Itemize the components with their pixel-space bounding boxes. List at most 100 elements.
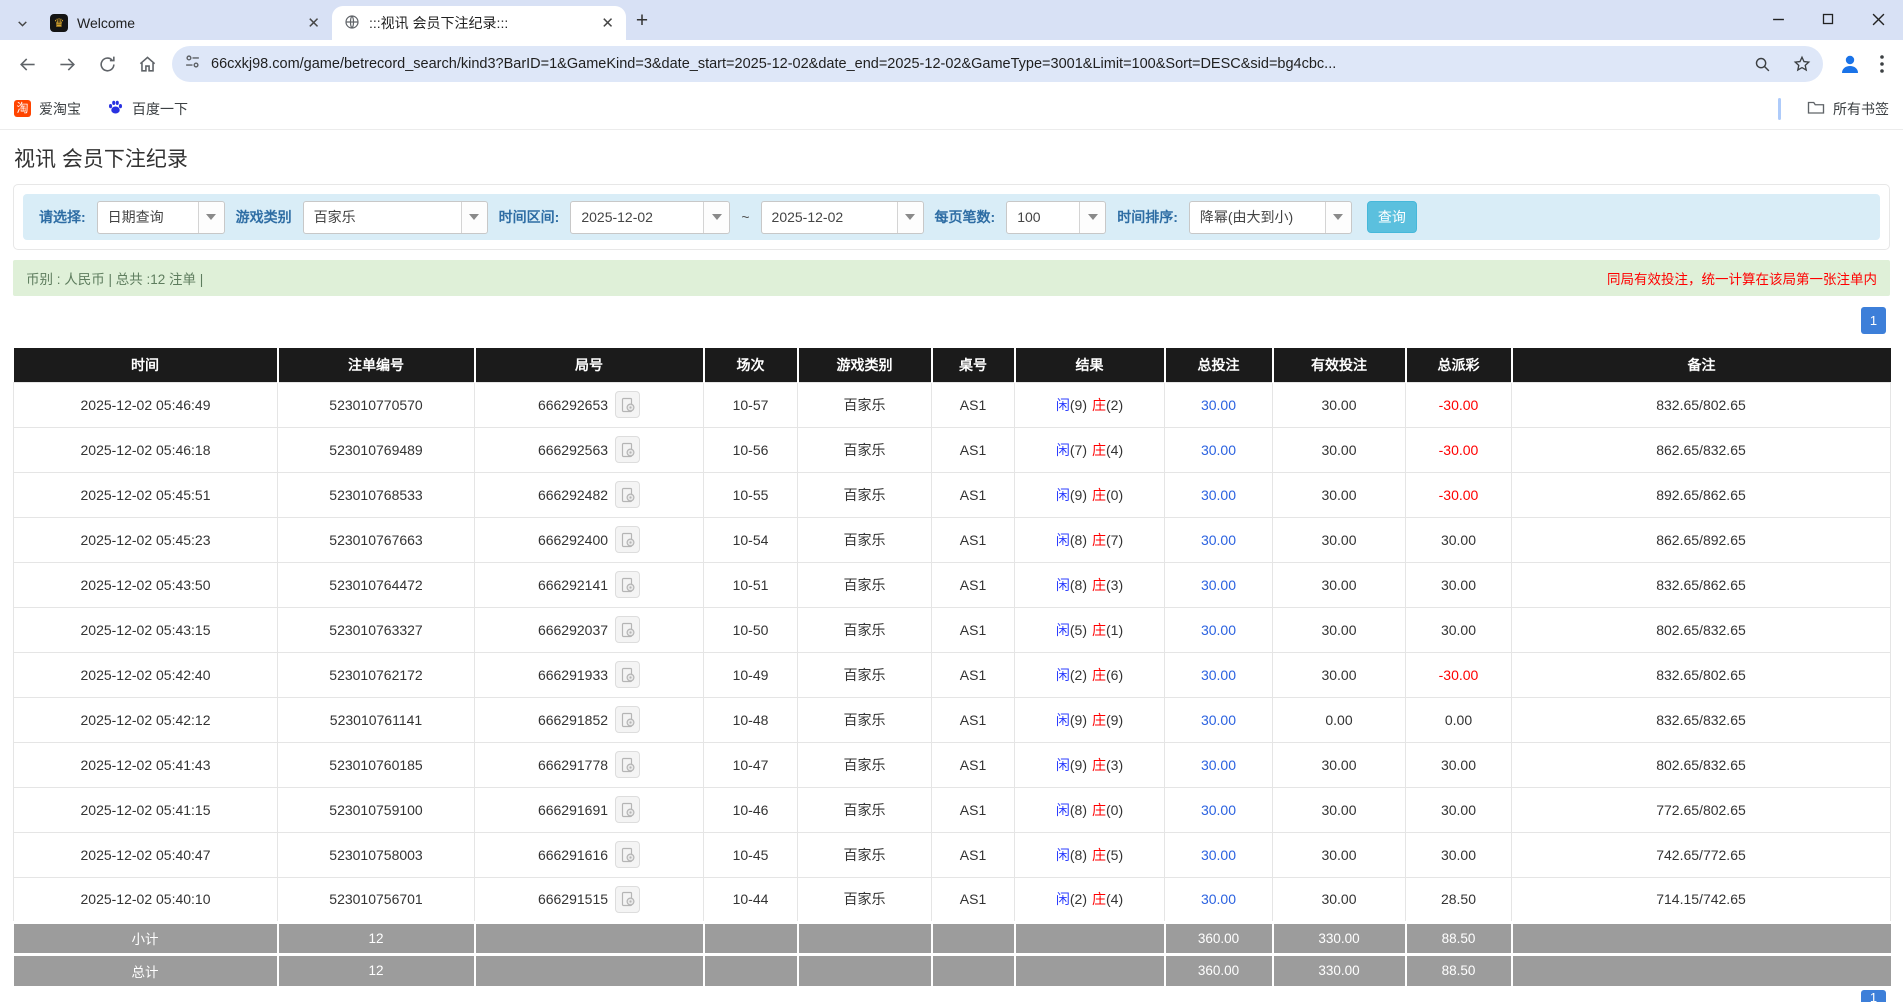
chevron-down-icon[interactable] [198,202,224,233]
cell-session: 10-51 [704,562,798,607]
cell-total-bet[interactable]: 30.00 [1165,652,1273,697]
cell-payout: 30.00 [1406,742,1512,787]
tab-betrecord[interactable]: :::视讯 会员下注纪录::: ✕ [332,6,626,40]
video-replay-button[interactable] [615,706,640,733]
video-replay-button[interactable] [615,886,640,913]
table-row: 2025-12-02 05:42:12523010761141666291852… [14,697,1891,742]
chevron-down-icon[interactable] [1325,202,1351,233]
date-end-input[interactable]: 2025-12-02 [761,201,924,234]
page-1-button-bottom[interactable]: 1 [1861,990,1886,1002]
home-icon[interactable] [128,45,166,83]
back-icon[interactable] [8,45,46,83]
bookmark-taobao[interactable]: 淘 爱淘宝 [14,99,81,119]
sort-order-select[interactable]: 降幂(由大到小) [1189,201,1352,234]
player-label: 闲 [1056,397,1070,413]
table-row: 2025-12-02 05:41:15523010759100666291691… [14,787,1891,832]
video-replay-button[interactable] [615,751,640,778]
cell-total-bet[interactable]: 30.00 [1165,832,1273,877]
page-size-select[interactable]: 100 [1006,201,1106,234]
page-size-label: 每页笔数: [935,207,996,227]
tab-close-icon[interactable]: ✕ [305,14,322,32]
player-score: (5) [1070,622,1087,638]
game-category-select[interactable]: 百家乐 [303,201,488,234]
video-replay-button[interactable] [615,436,640,463]
cell-total-bet[interactable]: 30.00 [1165,697,1273,742]
reload-icon[interactable] [88,45,126,83]
date-range-label: 时间区间: [499,207,560,227]
baidu-paw-icon [107,99,124,119]
cell-note: 742.65/772.65 [1512,832,1891,877]
banker-score: (3) [1106,757,1123,773]
cell-total-bet[interactable]: 30.00 [1165,787,1273,832]
search-button[interactable]: 查询 [1367,201,1417,233]
url-bar[interactable]: 66cxkj98.com/game/betrecord_search/kind3… [172,46,1823,82]
tab-search-chevron-icon[interactable] [6,6,38,40]
maximize-button[interactable] [1803,0,1853,38]
chevron-down-icon[interactable] [703,202,729,233]
cell-table: AS1 [932,472,1015,517]
cell-total-bet[interactable]: 30.00 [1165,517,1273,562]
video-replay-button[interactable] [615,571,640,598]
cell-total-bet[interactable]: 30.00 [1165,472,1273,517]
cell-time: 2025-12-02 05:45:51 [14,472,278,517]
cell-total-bet[interactable]: 30.00 [1165,427,1273,472]
cell-round: 666291778 [475,742,704,787]
video-replay-button[interactable] [615,661,640,688]
cell-game: 百家乐 [798,517,932,562]
close-window-button[interactable] [1853,0,1903,38]
new-tab-button[interactable]: + [626,5,658,37]
currency-summary-text: 币别 : 人民币 | 总共 :12 注单 | [26,268,203,288]
banker-label: 庄 [1092,667,1106,683]
table-header: 时间注单编号局号场次游戏类别桌号结果总投注有效投注总派彩备注 [14,348,1891,382]
column-header: 备注 [1512,348,1891,382]
cell-total-bet[interactable]: 30.00 [1165,607,1273,652]
minimize-button[interactable] [1753,0,1803,38]
cell-round: 666292037 [475,607,704,652]
cell-table: AS1 [932,607,1015,652]
cell-total-bet[interactable]: 30.00 [1165,742,1273,787]
zoom-icon[interactable] [1747,49,1777,79]
cell-table: AS1 [932,742,1015,787]
all-bookmarks-button[interactable]: 所有书签 [1807,99,1889,119]
tab-welcome[interactable]: ♛ Welcome ✕ [38,6,332,40]
video-replay-button[interactable] [615,391,640,418]
player-label: 闲 [1056,577,1070,593]
bookmark-label: 爱淘宝 [39,99,81,119]
table-footer: 小计 12 360.00 330.00 88.50 总计 12 360.00 3… [14,922,1891,986]
cell-bet-id: 523010759100 [278,787,475,832]
query-type-select[interactable]: 日期查询 [97,201,225,234]
video-replay-button[interactable] [615,616,640,643]
video-replay-button[interactable] [615,526,640,553]
video-replay-button[interactable] [615,841,640,868]
cell-session: 10-49 [704,652,798,697]
cell-total-bet[interactable]: 30.00 [1165,382,1273,427]
bookmark-star-icon[interactable] [1787,49,1817,79]
date-start-input[interactable]: 2025-12-02 [570,201,730,234]
profile-avatar-icon[interactable] [1833,47,1867,81]
cell-note: 892.65/862.65 [1512,472,1891,517]
chevron-down-icon[interactable] [897,202,923,233]
tab-close-icon[interactable]: ✕ [599,14,616,32]
table-row: 2025-12-02 05:40:10523010756701666291515… [14,877,1891,922]
chevron-down-icon[interactable] [461,202,487,233]
cell-total-bet[interactable]: 30.00 [1165,877,1273,922]
bet-table-body: 2025-12-02 05:46:49523010770570666292653… [14,382,1891,922]
globe-icon [344,14,360,33]
cell-total-bet[interactable]: 30.00 [1165,562,1273,607]
cell-bet-id: 523010756701 [278,877,475,922]
bookmark-baidu[interactable]: 百度一下 [107,99,188,119]
banker-label: 庄 [1092,397,1106,413]
cell-bet-id: 523010758003 [278,832,475,877]
browser-menu-icon[interactable] [1869,47,1895,81]
page-1-button[interactable]: 1 [1861,307,1886,334]
url-text[interactable]: 66cxkj98.com/game/betrecord_search/kind3… [211,56,1737,72]
forward-icon[interactable] [48,45,86,83]
chevron-down-icon[interactable] [1079,202,1105,233]
banker-score: (4) [1106,442,1123,458]
video-replay-button[interactable] [615,481,640,508]
notice-text: 同局有效投注，统一计算在该局第一张注单内 [1607,268,1877,288]
site-info-icon[interactable] [184,53,201,75]
player-label: 闲 [1056,532,1070,548]
video-replay-button[interactable] [615,796,640,823]
folder-icon [1807,99,1825,118]
